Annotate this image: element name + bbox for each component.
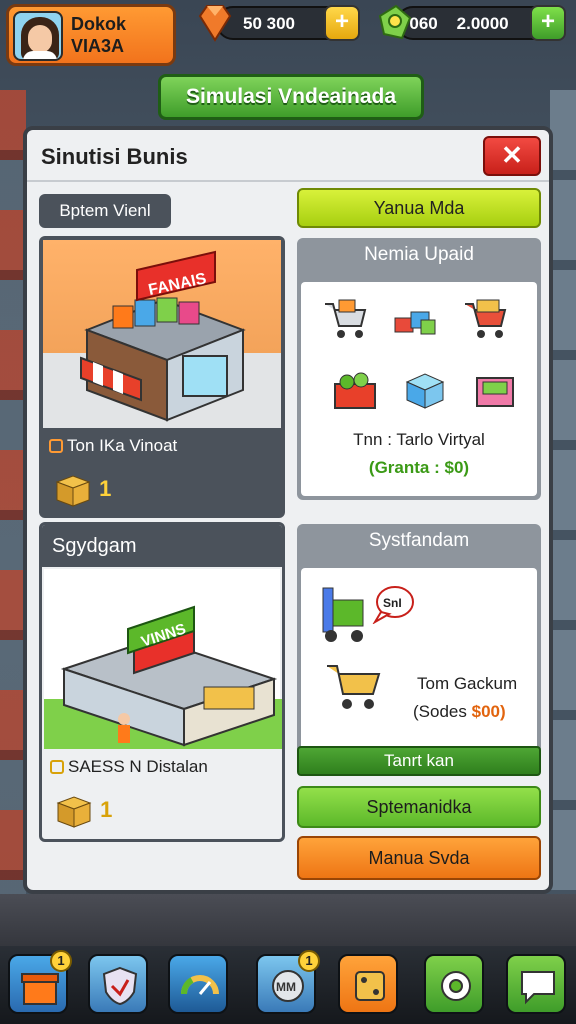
system-sub: (Sodes $00) [413, 702, 506, 721]
bottom-nav: 1 MM 1 [0, 946, 576, 1024]
player-name: Dokok VIA3A [71, 13, 175, 57]
nav-map-button[interactable] [338, 954, 398, 1014]
nav-shield-button[interactable] [88, 954, 148, 1014]
checkbox-icon [50, 760, 64, 774]
close-button[interactable]: ✕ [483, 136, 541, 176]
player-profile[interactable]: Dokok VIA3A [6, 4, 176, 66]
warehouse-title: Sgydgam [42, 525, 282, 567]
nav-chat-button[interactable] [506, 954, 566, 1014]
shield-icon [102, 966, 138, 1006]
warehouse-label: SAESS N Distalan [50, 757, 208, 777]
top-action-button[interactable]: Yanua Mda [297, 188, 541, 228]
tab-view[interactable]: Bptem Vienl [39, 194, 171, 228]
warehouse-card[interactable]: Sgydgam VINNS SAESS N Distalan 1 [39, 522, 285, 842]
speedometer-icon [180, 975, 219, 995]
warehouse-count: 1 [50, 793, 112, 829]
gear-label: MM [276, 980, 296, 994]
settings-gear-icon [441, 971, 471, 1001]
add-gems-button[interactable]: + [530, 5, 566, 41]
business-modal: Sinutisi Bunis ✕ Bptem Vienl Yanua Mda F… [23, 126, 553, 894]
store-label: Ton IKa Vinoat [49, 436, 177, 456]
gems-counter: 060 2.0000 + [396, 5, 566, 41]
pink-crate-icon [476, 377, 514, 407]
produce-crate-icon [334, 372, 376, 409]
game-title-banner: Simulasi Vndeainada [158, 74, 424, 120]
coins-value: 50 300 [243, 14, 295, 33]
store-count: 1 [49, 472, 111, 508]
player-name-line2: VIA3A [71, 36, 125, 56]
market-card[interactable]: Nemia Upaid Tnn: Tarlo Virtyal (Granta … [297, 238, 541, 500]
cash-icon [378, 4, 412, 40]
add-coins-button[interactable]: + [324, 5, 360, 41]
map-icon [355, 971, 385, 1001]
speech-bubble-icon: SnI [372, 586, 414, 624]
market-sub: (Granta : $0) [368, 458, 470, 477]
modal-title: Sinutisi Bunis [41, 144, 188, 169]
avatar [13, 11, 63, 61]
gems-value: 2.0000 [456, 14, 509, 33]
checkbox-icon [49, 439, 63, 453]
store-illustration: FANAIS [43, 240, 281, 428]
notification-badge: 1 [298, 950, 320, 972]
notification-badge: 1 [50, 950, 72, 972]
nav-shop-button[interactable]: 1 [8, 950, 72, 1014]
bubble-text: SnI [383, 596, 402, 610]
ruby-icon [198, 5, 232, 42]
nav-gear-button[interactable]: MM 1 [256, 950, 320, 1014]
coins-counter: 50 300 + [216, 5, 360, 41]
system-title: Systfandam [368, 530, 470, 551]
system-caption: Tom Gackum [417, 674, 518, 693]
shopping-cart-icon [327, 665, 381, 709]
chat-icon [521, 971, 555, 1005]
nav-speed-button[interactable] [168, 954, 228, 1014]
box-icon [56, 796, 92, 828]
cart-icon [325, 299, 367, 338]
store-card[interactable]: FANAIS Ton IKa Vinoat 1 [39, 236, 285, 518]
market-title: Nemia Upaid [364, 244, 474, 265]
modal-header: Sinutisi Bunis ✕ [27, 130, 549, 182]
full-cart-icon [465, 299, 507, 338]
top-bar: Dokok VIA3A 50 300 + 060 2.0000 + [0, 0, 576, 70]
hand-truck-icon [322, 587, 364, 642]
market-caption: Tnn : Tarlo Virtyal [353, 430, 485, 449]
market-panel: Tnn : Tarlo Virtyal (Granta : $0) [301, 282, 537, 496]
blue-crate-icon [405, 373, 445, 409]
dark-green-button[interactable]: Tanrt kan [297, 746, 541, 776]
crates-icon [394, 311, 436, 335]
system-panel: SnI Tom Gackum (Sodes $00) [301, 568, 537, 750]
right-shelf [550, 90, 576, 950]
nav-settings-button[interactable] [424, 954, 484, 1014]
player-name-line1: Dokok [71, 14, 127, 34]
warehouse-illustration: VINNS [44, 569, 282, 749]
orange-button[interactable]: Manua Svda [297, 836, 541, 880]
green-button[interactable]: Sptemanidka [297, 786, 541, 828]
box-icon [55, 475, 91, 507]
system-card[interactable]: Systfandam SnI Tom Gackum (Sodes $00) [297, 524, 541, 754]
